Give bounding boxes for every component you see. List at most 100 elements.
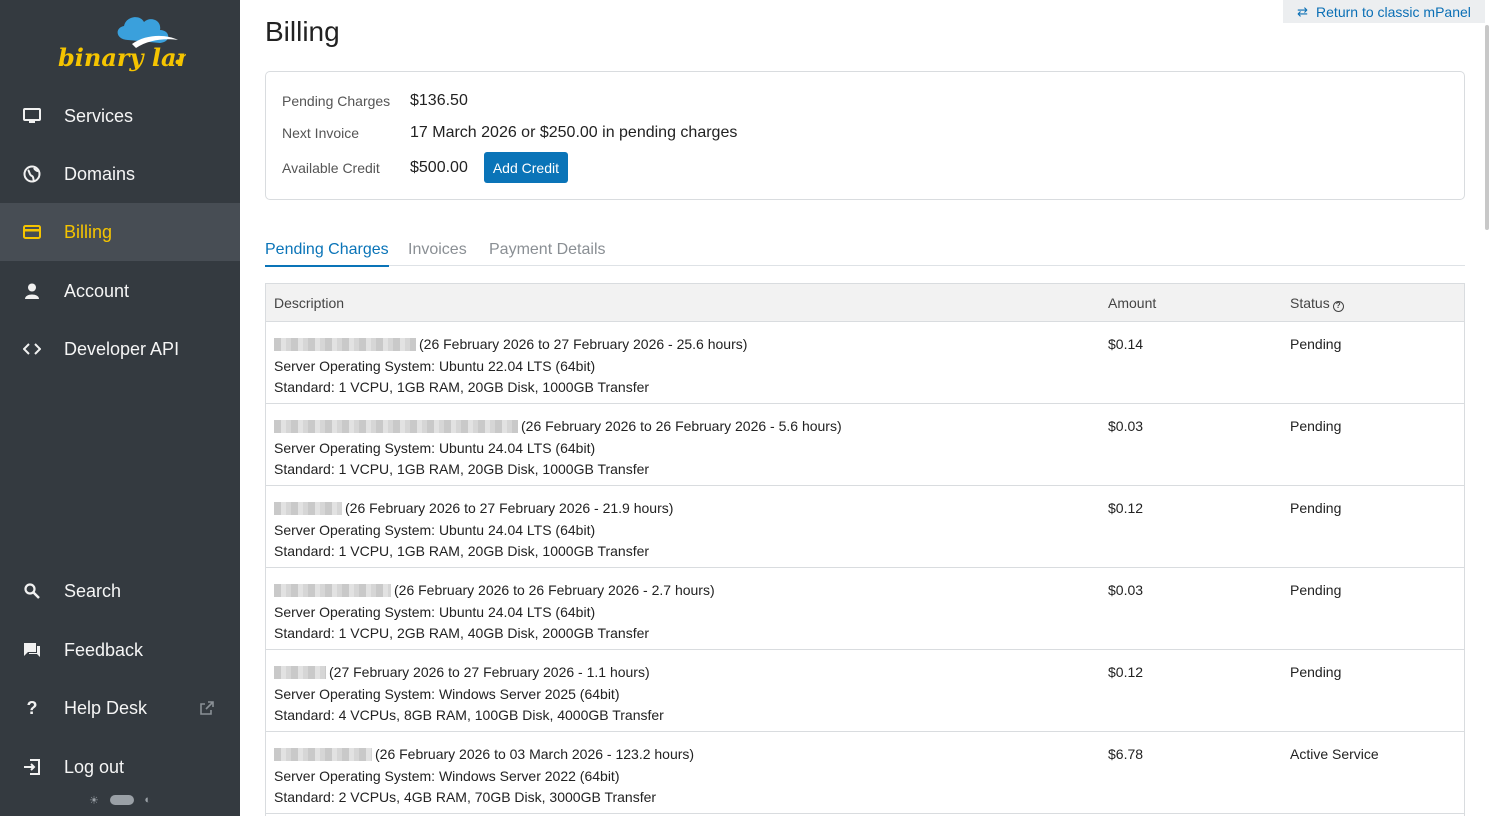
redacted-server-name [274,584,391,597]
question-icon: ? [26,697,38,718]
row-os: Server Operating System: Ubuntu 22.04 LT… [274,357,596,374]
row-description: (26 February 2026 to 26 February 2026 - … [274,580,715,645]
row-period: (27 February 2026 to 27 February 2026 - … [329,664,650,680]
redacted-server-name [274,502,342,515]
toggle-track[interactable] [109,795,134,805]
nav-item-search[interactable]: Search [0,562,240,620]
available-credit-label: Available Credit [282,159,380,176]
next-invoice-row: Next Invoice 17 March 2026 or $250.00 in… [282,124,737,142]
nav-item-help-desk[interactable]: ? Help Desk [0,679,240,737]
row-amount: $0.03 [1108,582,1144,598]
row-os: Server Operating System: Ubuntu 24.04 LT… [274,439,596,456]
nav-label: Domains [64,163,136,184]
row-status: Active Service [1290,746,1379,762]
row-period: (26 February 2026 to 27 February 2026 - … [345,500,674,516]
row-status: Pending [1290,582,1342,598]
chat-icon [22,640,42,660]
nav-label: Developer API [64,338,180,359]
nav-label: Services [64,105,134,126]
code-icon [22,339,42,359]
row-status: Pending [1290,664,1342,680]
redacted-server-name [274,666,326,679]
next-invoice-label: Next Invoice [282,125,360,141]
nav-label: Search [64,580,122,601]
nav-label: Feedback [64,639,144,660]
row-description: (26 February 2026 to 27 February 2026 - … [274,334,747,399]
nav-item-services[interactable]: Services [0,87,240,145]
row-amount: $0.14 [1108,336,1144,352]
nav-label: Account [64,280,130,301]
search-icon [22,581,42,601]
table-header: Description Amount Status? [266,284,1464,322]
nav-label: Billing [64,221,113,242]
row-os: Server Operating System: Windows Server … [274,685,620,702]
row-period: (26 February 2026 to 26 February 2026 - … [394,582,715,598]
row-plan: Standard: 4 VCPUs, 8GB RAM, 100GB Disk, … [274,707,664,724]
row-plan: Standard: 1 VCPU, 1GB RAM, 20GB Disk, 10… [274,379,650,396]
row-description: (27 February 2026 to 27 February 2026 - … [274,662,664,727]
tab-pending-charges[interactable]: Pending Charges [265,241,389,267]
scrollbar-thumb[interactable] [1485,25,1489,230]
return-classic-link[interactable]: ⇄ Return to classic mPanel [1283,0,1485,23]
row-plan: Standard: 1 VCPU, 1GB RAM, 20GB Disk, 10… [274,461,650,478]
nav-item-feedback[interactable]: Feedback [0,621,240,679]
redacted-server-name [274,748,372,761]
redacted-server-name [274,420,518,433]
logout-icon [22,757,42,777]
row-plan: Standard: 1 VCPU, 2GB RAM, 40GB Disk, 20… [274,625,650,642]
table-row: (26 February 2026 to 03 March 2026 - 123… [266,732,1464,814]
pending-charges-table: Description Amount Status? (26 February … [265,283,1465,816]
add-credit-button[interactable]: Add Credit [483,152,568,183]
user-icon [22,281,42,301]
pending-charges-value: $136.50 [410,92,468,109]
row-amount: $6.78 [1108,746,1144,762]
nav-item-log-out[interactable]: Log out [0,738,240,796]
sun-icon: ☀ [89,794,99,807]
page-title: Billing [265,16,340,47]
nav-item-developer-api[interactable]: Developer API [0,320,240,378]
nav-item-domains[interactable]: Domains [0,145,240,203]
row-status: Pending [1290,500,1342,516]
table-row: (26 February 2026 to 27 February 2026 - … [266,322,1464,404]
table-row: (26 February 2026 to 27 February 2026 - … [266,486,1464,568]
nav-label: Help Desk [64,697,148,718]
nav-item-account[interactable]: Account [0,262,240,320]
row-period: (26 February 2026 to 03 March 2026 - 123… [375,746,695,762]
help-circle-icon[interactable]: ? [1332,301,1344,312]
col-status: Status? [1290,295,1344,312]
nav-item-billing[interactable]: Billing [0,203,240,261]
globe-icon [22,164,42,184]
theme-toggle[interactable]: ☀ ◐ [89,792,151,808]
row-plan: Standard: 2 VCPUs, 4GB RAM, 70GB Disk, 3… [274,789,657,806]
row-description: (26 February 2026 to 03 March 2026 - 123… [274,744,694,809]
binary-lane-logo[interactable]: binary lane [56,10,186,74]
row-description: (26 February 2026 to 27 February 2026 - … [274,498,673,563]
main-content: ⇄ Return to classic mPanel Billing Pendi… [240,0,1489,816]
credit-card-icon [22,222,42,242]
tab-invoices[interactable]: Invoices [408,241,467,265]
row-os: Server Operating System: Ubuntu 24.04 LT… [274,603,596,620]
row-period: (26 February 2026 to 27 February 2026 - … [419,336,748,352]
monitor-icon [22,106,42,126]
external-link-icon [200,701,214,715]
next-invoice-value: 17 March 2026 or $250.00 in pending char… [410,124,738,141]
tab-payment-details[interactable]: Payment Details [489,241,606,265]
row-description: (26 February 2026 to 26 February 2026 - … [274,416,842,481]
svg-text:binary lane: binary lane [58,43,186,72]
row-os: Server Operating System: Windows Server … [274,767,620,784]
pending-charges-row: Pending Charges $136.50 [282,92,468,110]
billing-tabs: Pending Charges Invoices Payment Details [265,236,1465,267]
row-status: Pending [1290,336,1342,352]
swap-arrows-icon: ⇄ [1297,3,1309,19]
pending-charges-label: Pending Charges [282,93,391,109]
available-credit-value: $500.00 [410,158,468,176]
table-row: (26 February 2026 to 26 February 2026 - … [266,568,1464,650]
row-amount: $0.12 [1108,664,1144,680]
col-description: Description [274,295,345,311]
sidebar: binary lane Services Domains Billing Acc… [0,0,240,816]
row-period: (26 February 2026 to 26 February 2026 - … [521,418,842,434]
table-row: (27 February 2026 to 27 February 2026 - … [266,650,1464,732]
billing-summary: Pending Charges $136.50 Next Invoice 17 … [265,71,1465,200]
available-credit-row: Available Credit $500.00 Add Credit [282,152,568,183]
row-plan: Standard: 1 VCPU, 1GB RAM, 20GB Disk, 10… [274,543,650,560]
